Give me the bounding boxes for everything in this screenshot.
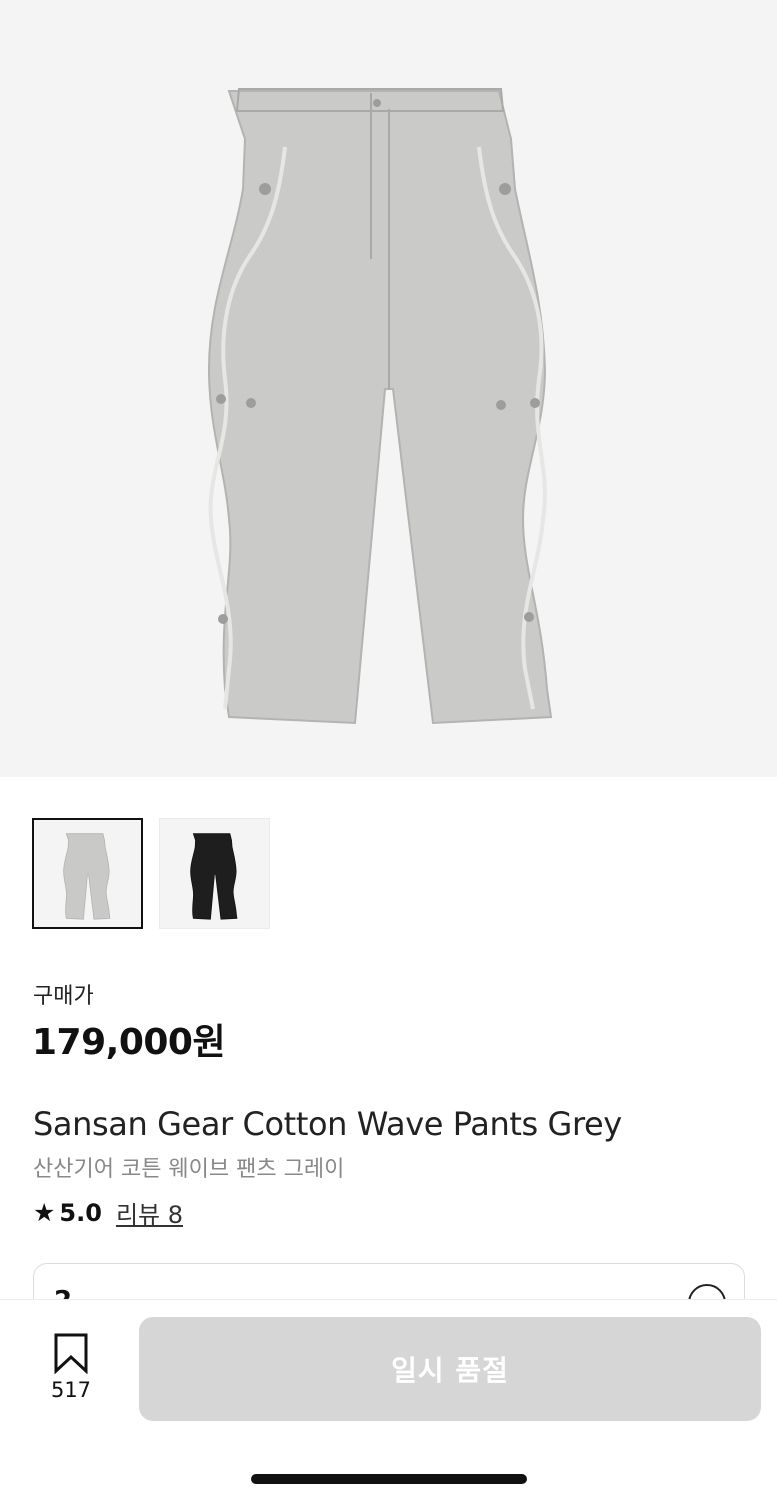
bookmark-button[interactable]: 517 [48, 1332, 94, 1402]
bookmark-icon [54, 1333, 88, 1374]
home-indicator [251, 1474, 527, 1484]
thumbnail-grey[interactable] [32, 818, 143, 929]
thumbnail-strip [32, 818, 270, 929]
reviews-link[interactable]: 리뷰 8 [116, 1195, 183, 1230]
price: 179,000원 [32, 1022, 226, 1063]
bookmark-count: 517 [50, 1378, 92, 1402]
product-name-en: Sansan Gear Cotton Wave Pants Grey [33, 1105, 622, 1143]
product-name-ko: 산산기어 코튼 웨이브 팬츠 그레이 [33, 1157, 345, 1182]
rating-row: ★ 5.0 리뷰 8 [33, 1195, 183, 1230]
star-icon: ★ [33, 1198, 56, 1227]
product-main-image[interactable] [0, 0, 777, 777]
rating-score: 5.0 [59, 1198, 102, 1227]
sold-out-button[interactable]: 일시 품절 [139, 1317, 761, 1421]
pants-grey-image [207, 87, 552, 724]
pants-grey-thumb [62, 832, 110, 920]
thumbnail-black[interactable] [159, 818, 270, 929]
price-label: 구매가 [33, 984, 94, 1009]
pants-black-thumb [189, 832, 237, 920]
